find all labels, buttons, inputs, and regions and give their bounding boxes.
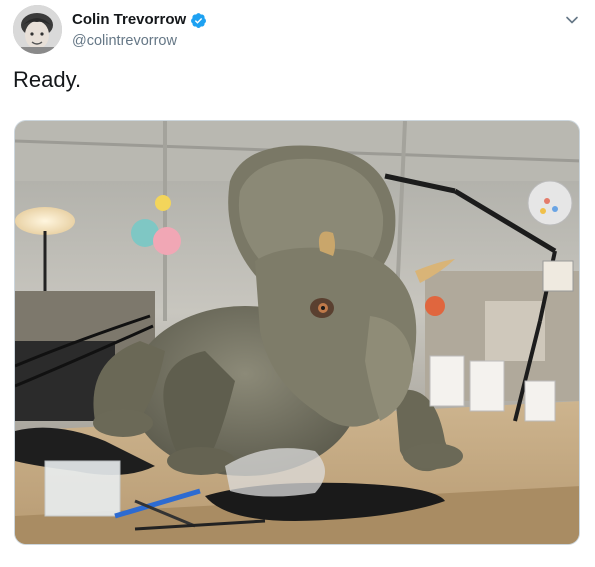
chevron-down-icon[interactable] bbox=[563, 11, 581, 29]
verified-badge-icon bbox=[190, 12, 207, 29]
avatar[interactable] bbox=[13, 5, 62, 54]
tweet-header: Colin Trevorrow @colintrevorrow bbox=[13, 5, 585, 55]
photo-triceratops-animatronic bbox=[15, 121, 579, 544]
tweet-card: Colin Trevorrow @colintrevorrow Ready. bbox=[0, 0, 595, 567]
display-name[interactable]: Colin Trevorrow bbox=[72, 11, 186, 29]
author-names: Colin Trevorrow @colintrevorrow bbox=[72, 11, 207, 50]
tweet-text: Ready. bbox=[13, 67, 82, 92]
tweet-media-photo[interactable] bbox=[14, 120, 580, 545]
avatar-photo-icon bbox=[13, 5, 62, 54]
author-handle[interactable]: @colintrevorrow bbox=[72, 32, 207, 50]
